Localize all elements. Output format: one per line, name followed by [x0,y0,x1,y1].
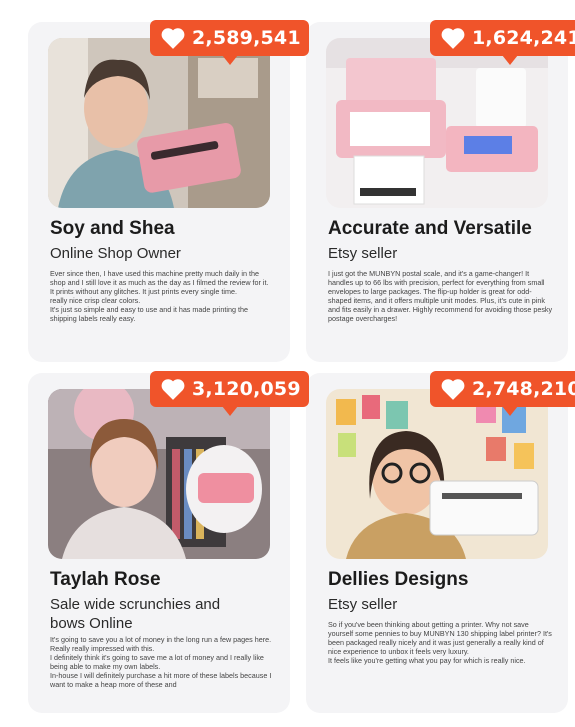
testimonial-card: 3,120,059 Taylah Rose Sale wide scrunchi… [28,371,309,713]
likes-count: 2,589,541 [192,27,301,49]
reviewer-name: Soy and Shea [50,218,175,239]
reviewer-name: Accurate and Versatile [328,218,532,239]
reviewer-role: Etsy seller [328,245,398,262]
review-text: So if you've been thinking about getting… [328,620,552,665]
likes-count: 3,120,059 [192,378,301,400]
testimonial-card: 2,589,541 Soy and Shea Online Shop Owner… [28,20,309,362]
likes-count: 1,624,241 [472,27,575,49]
testimonial-card: 1,624,241 Accurate and Versatile Etsy se… [306,20,575,362]
likes-badge: 2,589,541 [150,20,309,65]
heart-icon [441,28,465,49]
heart-icon [161,379,185,400]
likes-badge: 1,624,241 [430,20,575,65]
reviewer-name: Dellies Designs [328,569,469,590]
likes-badge: 2,748,210 [430,371,575,416]
reviewer-role: Sale wide scrunchies and bows Online [50,596,221,632]
reviewer-role: Etsy seller [328,596,398,613]
likes-count: 2,748,210 [472,378,575,400]
review-text: It's going to save you a lot of money in… [50,635,272,689]
reviewer-name: Taylah Rose [50,569,161,590]
review-text: Ever since then, I have used this machin… [50,269,269,323]
heart-icon [441,379,465,400]
reviewer-role: Online Shop Owner [50,245,181,262]
heart-icon [161,28,185,49]
review-text: I just got the MUNBYN postal scale, and … [328,269,553,323]
testimonial-card: 2,748,210 Dellies Designs Etsy seller So… [306,371,575,713]
likes-badge: 3,120,059 [150,371,309,416]
